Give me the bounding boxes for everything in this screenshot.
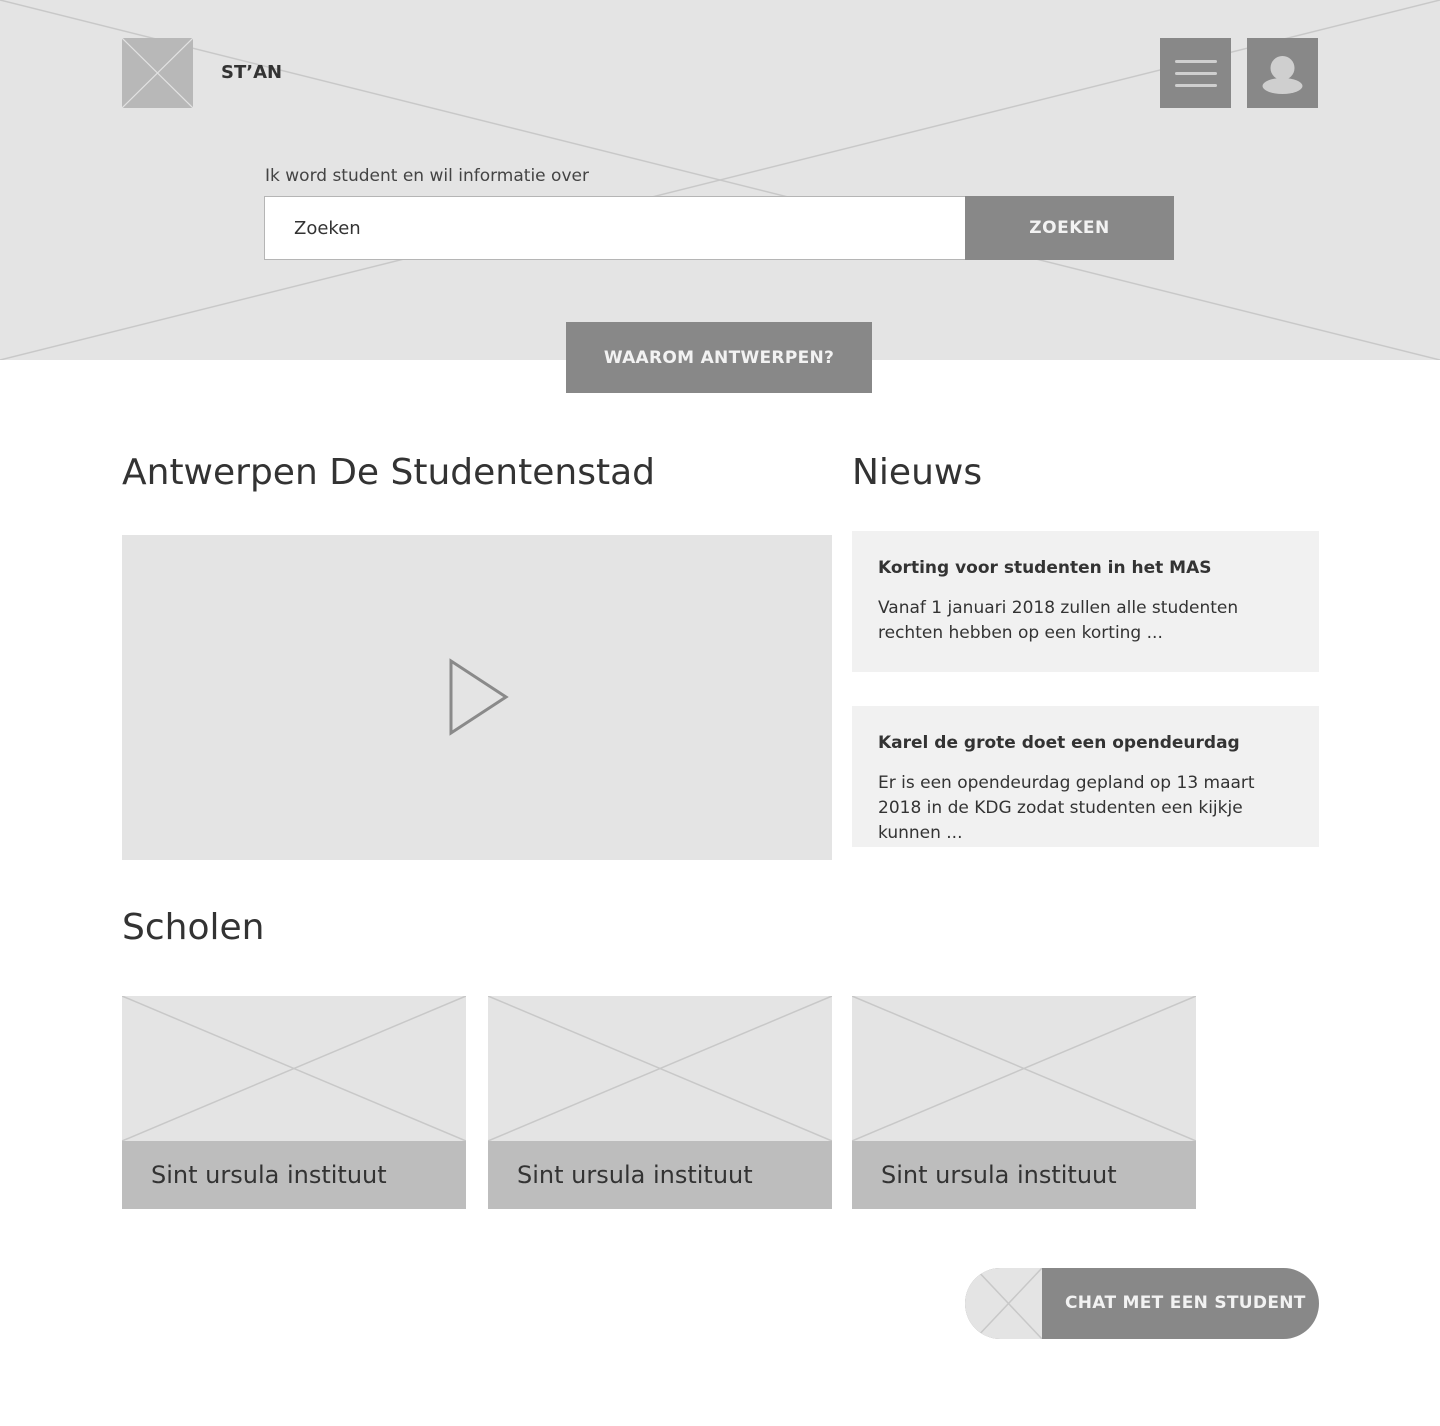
chat-avatar-placeholder-icon [965, 1268, 1042, 1339]
news-section-title: Nieuws [852, 452, 983, 493]
user-avatar-icon[interactable] [1247, 38, 1318, 108]
school-name: Sint ursula instituut [122, 1141, 466, 1209]
news-item-body: Er is een opendeurdag gepland op 13 maar… [878, 773, 1255, 843]
menu-bar [1174, 59, 1217, 63]
news-item[interactable]: Karel de grote doet een opendeurdag Er i… [852, 706, 1319, 847]
logo-placeholder-image-icon[interactable] [122, 38, 193, 108]
search-button[interactable]: ZOEKEN [965, 196, 1174, 260]
city-section-title: Antwerpen De Studentenstad [122, 452, 655, 493]
menu-bar [1174, 83, 1217, 87]
search-label: Ik word student en wil informatie over [265, 166, 589, 186]
news-item-title: Korting voor studenten in het MAS [878, 558, 1212, 578]
play-icon[interactable] [449, 658, 509, 738]
menu-bar [1174, 71, 1217, 75]
page: ST’AN Ik word student en wil informatie … [0, 0, 1440, 1426]
hamburger-menu-icon[interactable] [1160, 38, 1231, 108]
video-player[interactable] [122, 535, 832, 860]
news-item-body: Vanaf 1 januari 2018 zullen alle student… [878, 598, 1239, 643]
chat-label: CHAT MET EEN STUDENT [1065, 1293, 1306, 1313]
placeholder-image-icon [122, 996, 466, 1141]
why-antwerp-button[interactable]: WAAROM ANTWERPEN? [566, 322, 872, 393]
hero-banner: ST’AN Ik word student en wil informatie … [0, 0, 1440, 360]
news-item-title: Karel de grote doet een opendeurdag [878, 733, 1240, 753]
school-card[interactable]: Sint ursula instituut [488, 996, 832, 1209]
school-card[interactable]: Sint ursula instituut [122, 996, 466, 1209]
placeholder-image-icon [488, 996, 832, 1141]
school-name: Sint ursula instituut [488, 1141, 832, 1209]
placeholder-image-icon [852, 996, 1196, 1141]
news-item[interactable]: Korting voor studenten in het MAS Vanaf … [852, 531, 1319, 672]
school-name: Sint ursula instituut [852, 1141, 1196, 1209]
school-card[interactable]: Sint ursula instituut [852, 996, 1196, 1209]
chat-with-student-button[interactable]: CHAT MET EEN STUDENT [965, 1268, 1319, 1339]
search-input[interactable] [264, 196, 966, 260]
brand-name[interactable]: ST’AN [221, 62, 282, 83]
schools-section-title: Scholen [122, 907, 265, 948]
